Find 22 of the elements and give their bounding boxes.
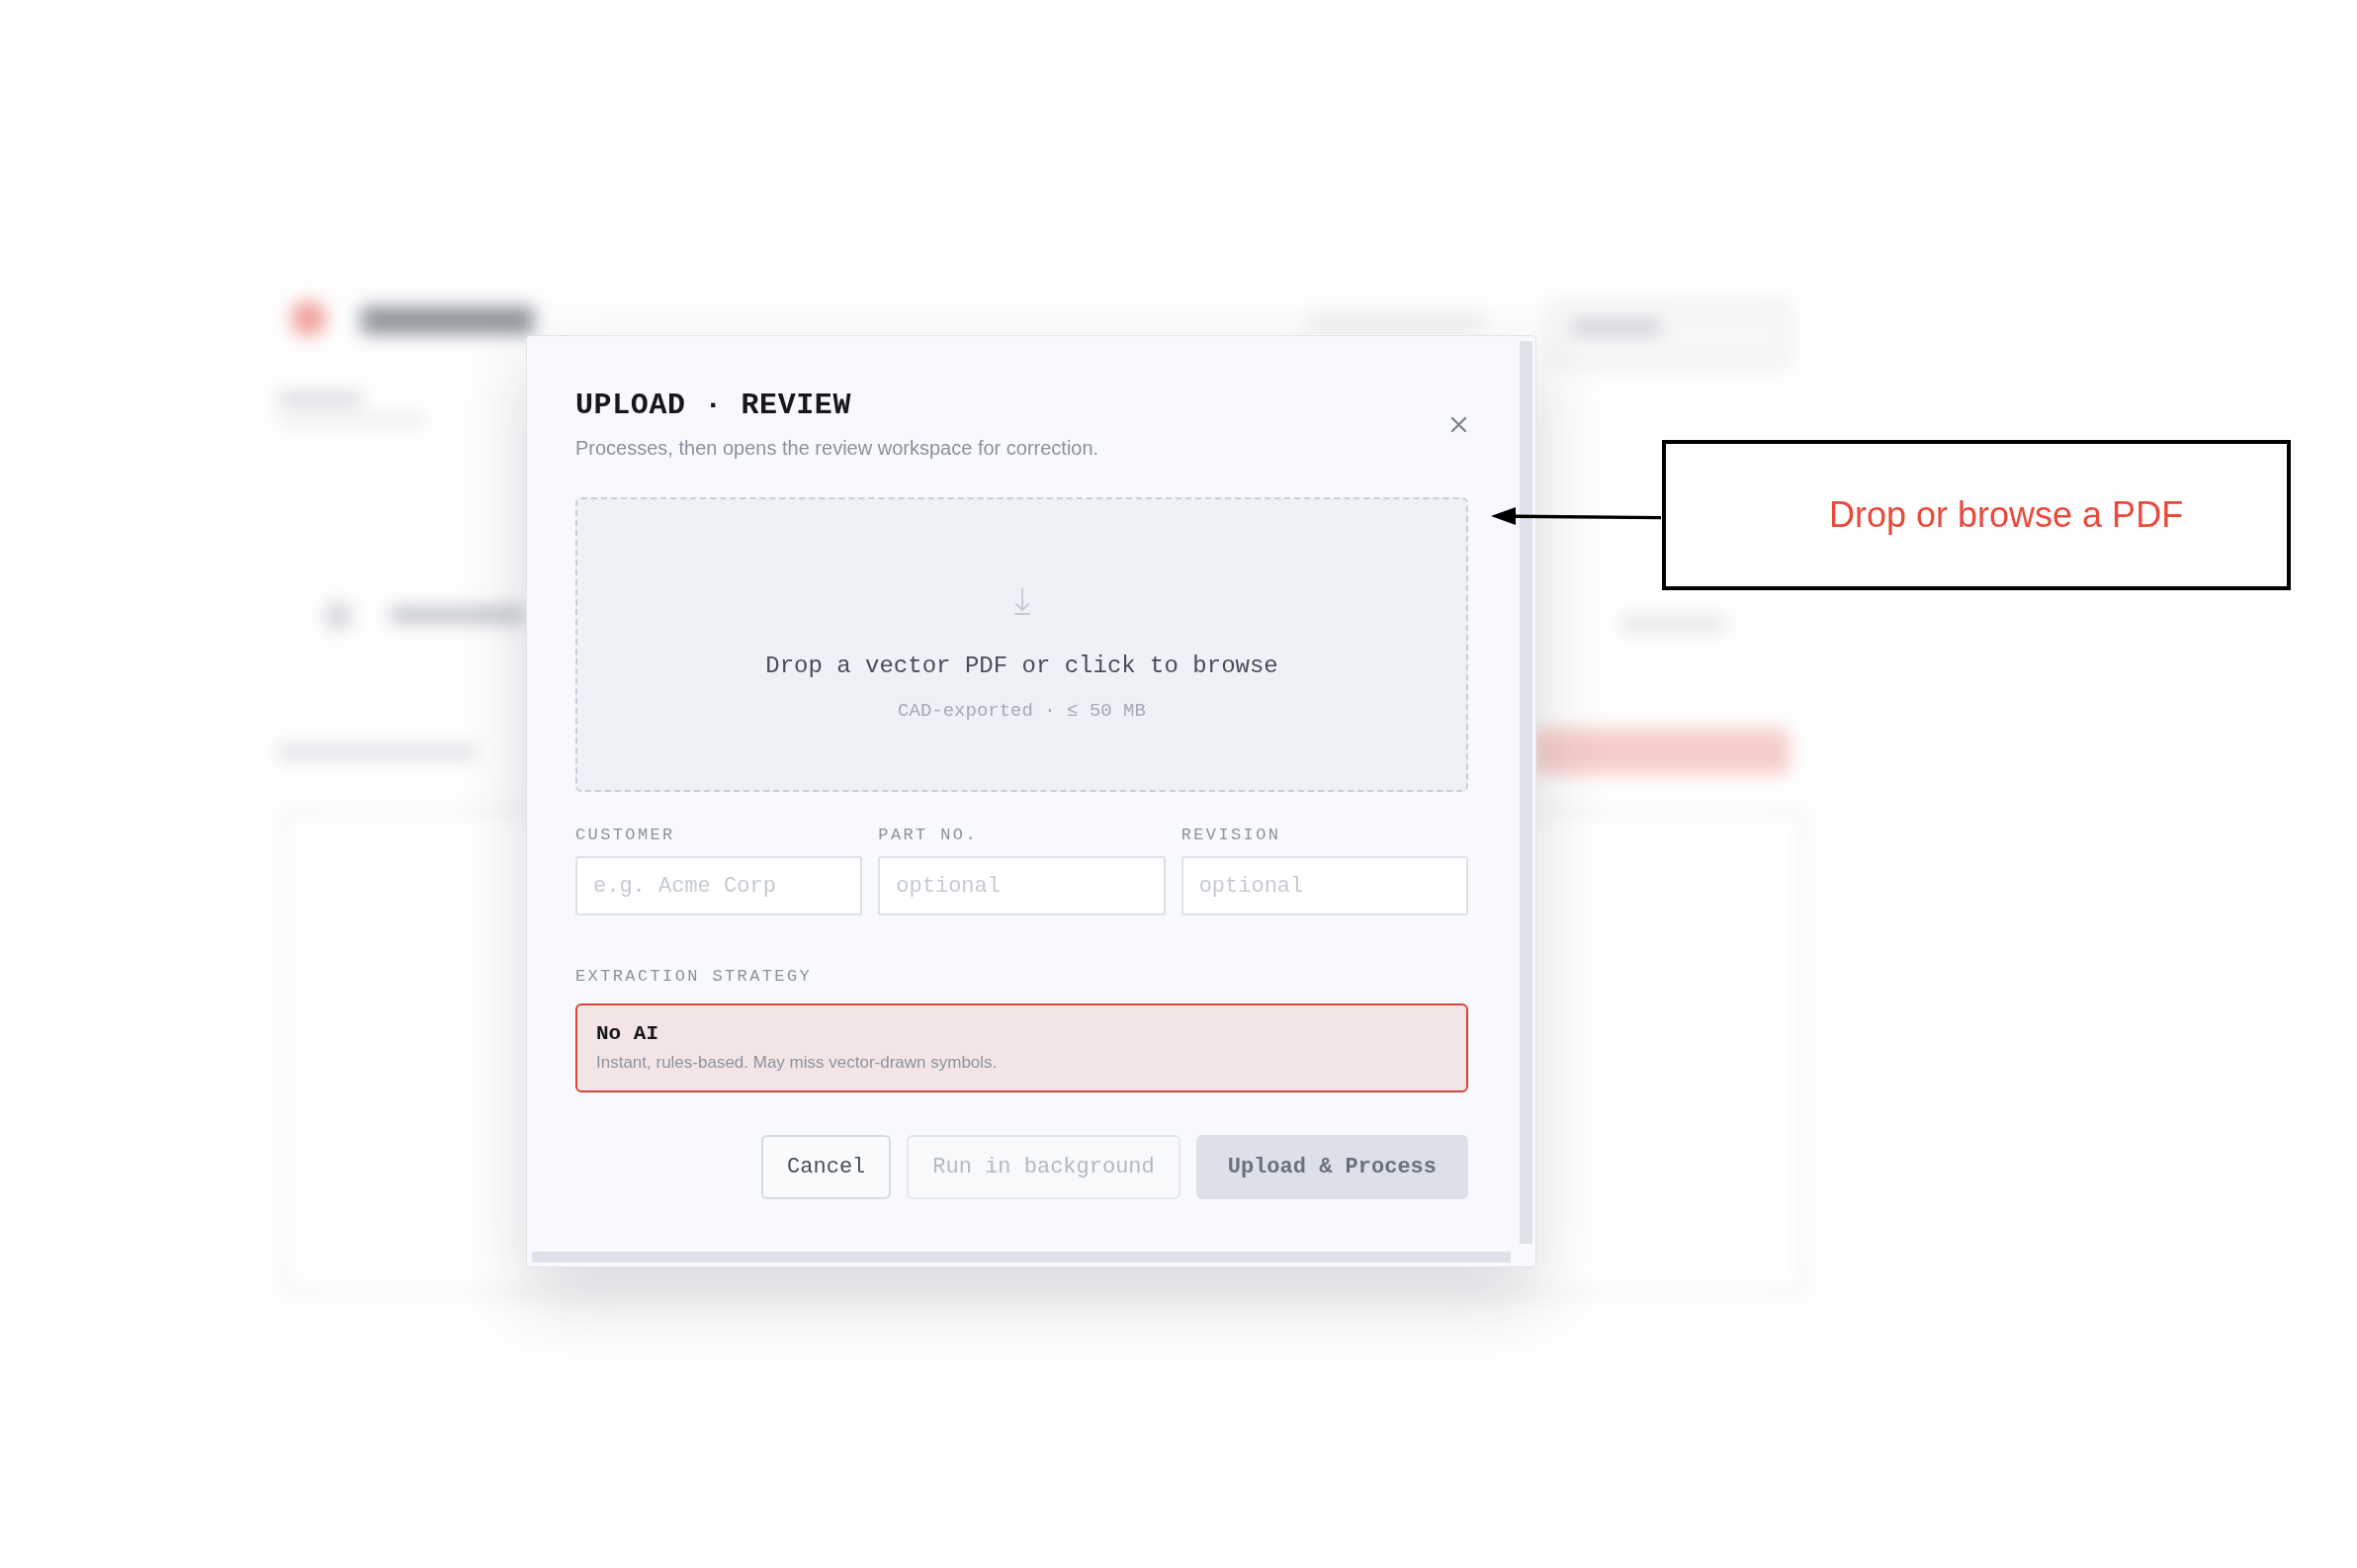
field-label: CUSTOMER [575, 825, 675, 846]
file-drop-zone[interactable]: Drop a vector PDF or click to browse CAD-exported · ≤ 50 MB [575, 497, 1468, 792]
field-label: REVISION [1180, 825, 1281, 846]
drop-prompt: Drop a vector PDF or click to browse [765, 652, 1278, 681]
drop-hint: CAD-exported · ≤ 50 MB [898, 699, 1146, 724]
secondary-button[interactable]: Cancel [761, 1135, 892, 1199]
text-input-field[interactable]: optional [1180, 856, 1468, 915]
text-input-field[interactable]: optional [878, 856, 1166, 915]
section-label: EXTRACTION STRATEGY [575, 966, 813, 988]
close-icon [1450, 416, 1467, 433]
strategy-option[interactable]: No AI Instant, rules-based. May miss vector-drawn symbols. [575, 1003, 1468, 1092]
text-input-field[interactable]: e.g. Acme Corp [575, 856, 863, 915]
arrow-down-to-line-icon [1013, 588, 1030, 615]
horizontal-scrollbar[interactable] [532, 1252, 1511, 1263]
option-title: No AI [596, 1021, 658, 1047]
close-button[interactable] [1450, 416, 1467, 433]
vertical-scrollbar[interactable] [1520, 341, 1532, 1244]
callout-text: Drop or browse a PDF [1829, 494, 2184, 536]
dialog-title: UPLOAD · REVIEW [575, 388, 852, 423]
field-label: PART NO. [878, 825, 978, 846]
option-description: Instant, rules-based. May miss vector-drawn symbols. [596, 1052, 998, 1074]
dialog-subtitle: Processes, then opens the review workspace for correction. [575, 436, 1099, 461]
